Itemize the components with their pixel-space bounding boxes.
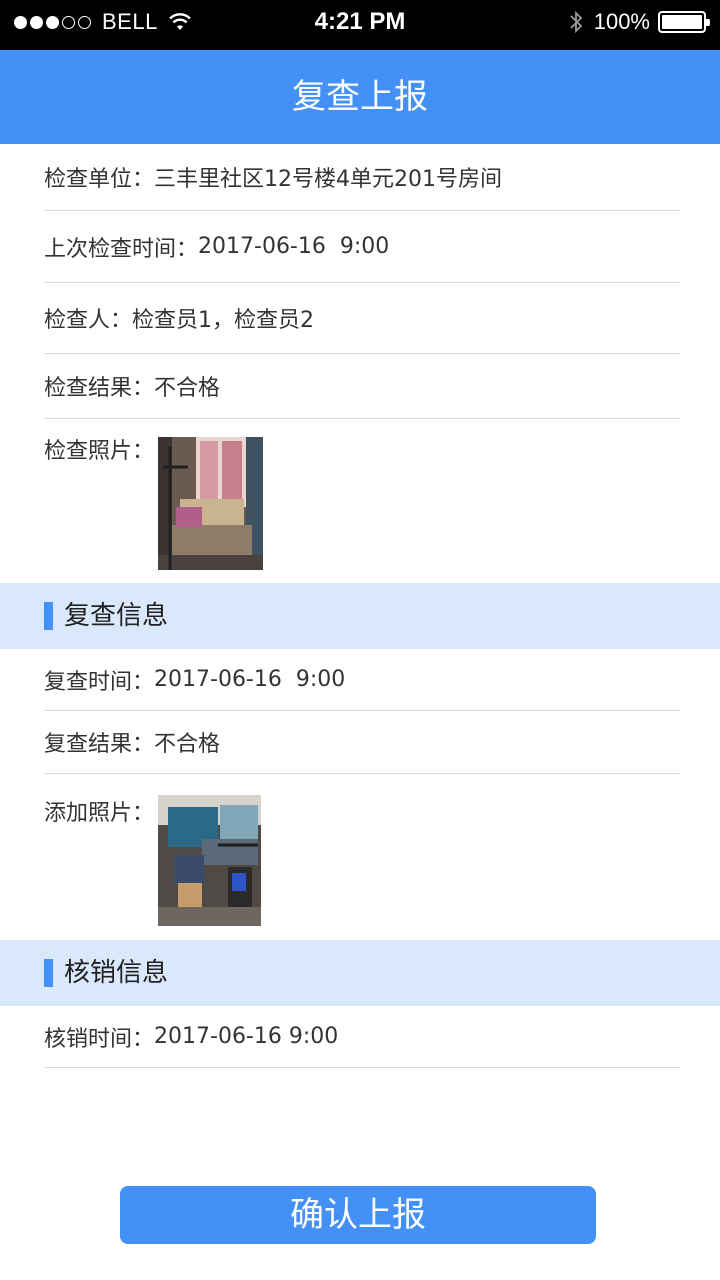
last-inspection-time-label: 上次检查时间： — [44, 236, 199, 262]
last-inspection-time-row: 上次检查时间： 2017-06-16 9:00 — [44, 211, 680, 283]
recheck-time-row: 复查时间： 2017-06-16 9:00 — [44, 649, 680, 711]
battery-percent: 100% — [593, 9, 650, 34]
inspection-unit-value: 三丰里社区12号楼4单元201号房间 — [154, 167, 502, 192]
battery-icon — [658, 11, 710, 33]
inspection-result-label: 检查结果： — [44, 376, 155, 401]
writeoff-time-label: 核销时间： — [44, 1026, 155, 1052]
recheck-time-label: 复查时间： — [44, 669, 155, 695]
inspector-label: 检查人： — [44, 308, 133, 333]
inspection-photo-row: 检查照片： — [44, 433, 680, 583]
recheck-photo-row: 添加照片： — [44, 795, 680, 940]
writeoff-section-header: 核销信息 — [0, 940, 720, 1006]
recheck-result-value[interactable]: 不合格 — [154, 726, 220, 758]
inspection-unit-label: 检查单位： — [44, 167, 155, 192]
recheck-photo-thumbnail[interactable] — [158, 795, 261, 926]
recheck-section-title: 复查信息 — [64, 601, 169, 631]
inspection-unit-row: 检查单位： 三丰里社区12号楼4单元201号房间 — [44, 144, 680, 211]
last-inspection-time-value: 2017-06-16 9:00 — [198, 234, 390, 259]
inspection-result-row: 检查结果： 不合格 — [44, 354, 680, 419]
inspector-value: 检查员1，检查员2 — [132, 308, 315, 333]
inspector-row: 检查人： 检查员1，检查员2 — [44, 283, 680, 354]
recheck-result-label: 复查结果： — [44, 732, 155, 757]
writeoff-time-row: 核销时间： 2017-06-16 9:00 — [44, 1006, 680, 1068]
section-marker — [44, 959, 53, 987]
recheck-result-row[interactable]: 复查结果： 不合格 — [44, 711, 680, 774]
add-photo-label: 添加照片： — [44, 801, 155, 826]
writeoff-section-title: 核销信息 — [64, 958, 169, 988]
recheck-section-header: 复查信息 — [0, 583, 720, 649]
status-right: 100% — [568, 9, 710, 35]
writeoff-time-value: 2017-06-16 9:00 — [154, 1024, 339, 1049]
status-bar: BELL 4:21 PM 100% — [0, 0, 720, 50]
inspection-photo-thumbnail[interactable] — [158, 437, 263, 570]
inspection-result-value: 不合格 — [154, 376, 221, 401]
bluetooth-icon — [570, 10, 582, 34]
section-marker — [44, 602, 53, 630]
recheck-time-value: 2017-06-16 9:00 — [154, 667, 346, 692]
page-title: 复查上报 — [0, 50, 720, 144]
confirm-report-button[interactable]: 确认上报 — [120, 1186, 596, 1244]
inspection-photo-label: 检查照片： — [44, 439, 155, 464]
